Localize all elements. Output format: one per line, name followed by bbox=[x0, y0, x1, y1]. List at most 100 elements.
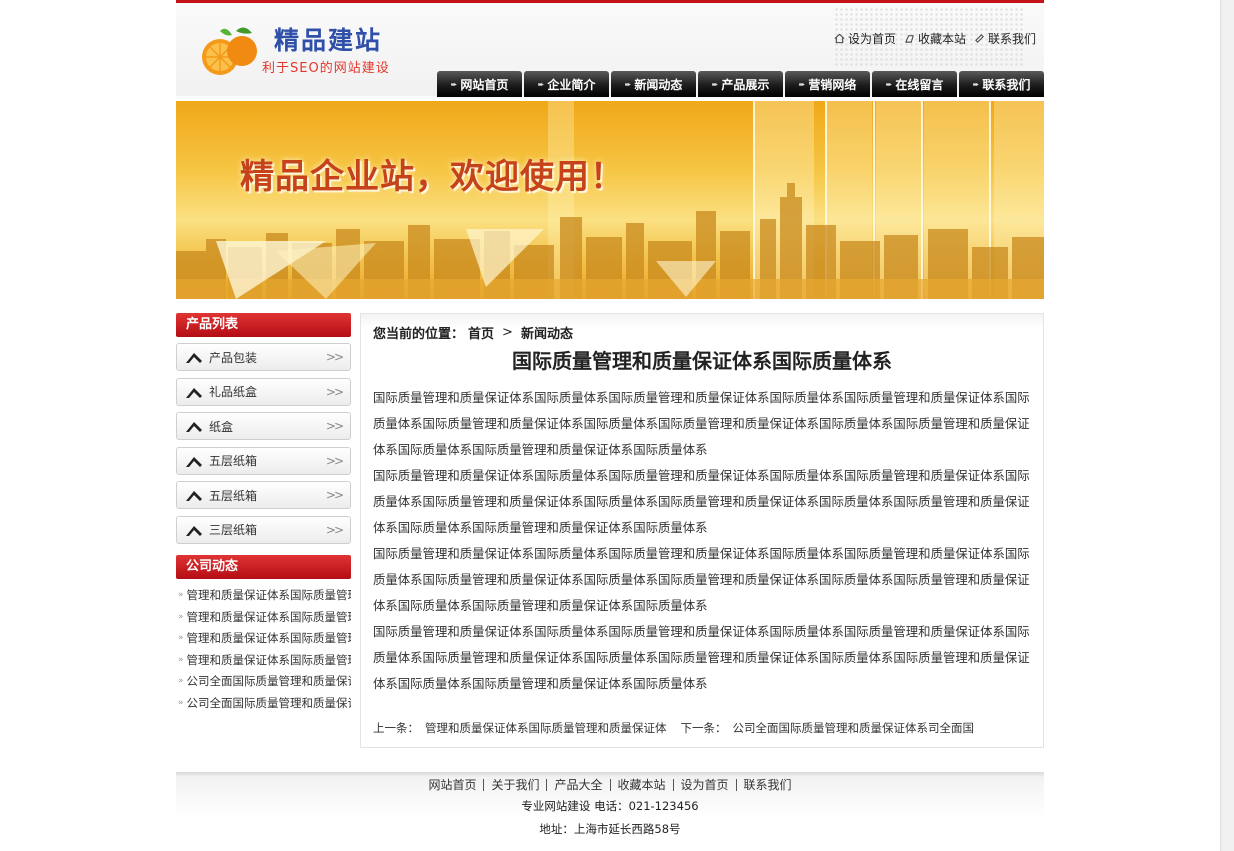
bookmark-site-link[interactable]: 收藏本站 bbox=[904, 30, 966, 47]
news-list-item[interactable]: » 公司全面国际质量管理和质量保证 bbox=[176, 692, 351, 714]
nav-label: 联系我们 bbox=[982, 77, 1031, 92]
product-item[interactable]: 五层纸箱 >> bbox=[176, 481, 351, 510]
pencil-icon bbox=[186, 525, 202, 536]
product-item[interactable]: 五层纸箱 >> bbox=[176, 446, 351, 475]
company-news-title: 公司动态 bbox=[176, 554, 351, 579]
double-chevron-icon: >> bbox=[325, 453, 344, 468]
double-chevron-icon: >> bbox=[325, 488, 344, 503]
article-paragraph: 国际质量管理和质量保证体系国际质量体系国际质量管理和质量保证体系国际质量体系国际… bbox=[373, 624, 1030, 691]
nav-item-news[interactable]: ➨ 新闻动态 bbox=[611, 71, 696, 97]
city-skyline-illustration bbox=[176, 101, 1044, 299]
nav-item-home[interactable]: ➨ 网站首页 bbox=[437, 71, 522, 97]
double-chevron-icon: >> bbox=[325, 384, 344, 399]
product-label: 礼品纸盒 bbox=[209, 385, 258, 400]
footer-link-home[interactable]: 网站首页 bbox=[421, 779, 485, 791]
footer-link-set-homepage[interactable]: 设为首页 bbox=[674, 779, 737, 791]
news-link[interactable]: 管理和质量保证体系国际质量管理 bbox=[187, 609, 351, 625]
news-link[interactable]: 公司全面国际质量管理和质量保证 bbox=[187, 695, 351, 711]
news-list-item[interactable]: » 管理和质量保证体系国际质量管理 bbox=[176, 649, 351, 671]
top-links: 设为首页 收藏本站 联系我们 bbox=[834, 30, 1036, 47]
footer-link-products[interactable]: 产品大全 bbox=[547, 779, 611, 791]
footer-phone: 专业网站建设 电话：021-123456 bbox=[521, 799, 699, 813]
product-item[interactable]: 三层纸箱 >> bbox=[176, 515, 351, 544]
breadcrumb-current[interactable]: 新闻动态 bbox=[521, 323, 573, 342]
breadcrumb: 您当前的位置： 首页 > 新闻动态 bbox=[373, 323, 573, 342]
footer-link-contact[interactable]: 联系我们 bbox=[737, 779, 799, 791]
chevron-right-icon: ➨ bbox=[972, 79, 980, 89]
window-scrollbar[interactable] bbox=[1220, 0, 1234, 851]
next-article-link[interactable]: 公司全面国际质量管理和质量保证体系司全面国 bbox=[733, 720, 975, 736]
nav-item-about[interactable]: ➨ 企业简介 bbox=[524, 71, 609, 97]
contact-us-link[interactable]: 联系我们 bbox=[974, 30, 1036, 47]
bookmark-site-label: 收藏本站 bbox=[917, 32, 966, 46]
product-item[interactable]: 产品包装 >> bbox=[176, 343, 351, 371]
article-paragraph: 国际质量管理和质量保证体系国际质量体系国际质量管理和质量保证体系国际质量体系国际… bbox=[373, 546, 1030, 613]
chevron-right-icon: ➨ bbox=[798, 79, 806, 89]
article-title: 国际质量管理和质量保证体系国际质量体系 bbox=[512, 349, 892, 373]
company-news-list: » 管理和质量保证体系国际质量管理 » 管理和质量保证体系国际质量管理 » 管理和质量… bbox=[176, 579, 351, 714]
nav-label: 产品展示 bbox=[721, 77, 770, 92]
site-footer: 网站首页 关于我们 产品大全 收藏本站 设为首页 联系我们 专业网站建设 电话：… bbox=[176, 772, 1044, 851]
bullet-icon: » bbox=[178, 611, 184, 622]
nav-item-network[interactable]: ➨ 营销网络 bbox=[785, 71, 870, 97]
chevron-right-icon: ➨ bbox=[537, 79, 545, 89]
product-list-title: 产品列表 bbox=[176, 313, 351, 337]
pencil-icon bbox=[186, 422, 202, 433]
nav-label: 营销网络 bbox=[808, 77, 857, 92]
pencil-icon bbox=[186, 387, 202, 398]
nav-item-guestbook[interactable]: ➨ 在线留言 bbox=[872, 71, 957, 97]
page: 精品建站 利于SEO的网站建设 设为首页 收藏本站 联系我们 ➨ 网站首页 ➨ 企业… bbox=[176, 0, 1044, 851]
news-list-item[interactable]: » 管理和质量保证体系国际质量管理 bbox=[176, 628, 351, 650]
bullet-icon: » bbox=[178, 590, 184, 601]
home-icon bbox=[834, 33, 845, 44]
pencil-icon bbox=[186, 353, 202, 363]
set-homepage-label: 设为首页 bbox=[847, 32, 896, 46]
banner-headline: 精品企业站，欢迎使用！ bbox=[240, 157, 625, 197]
nav-label: 网站首页 bbox=[460, 77, 509, 92]
footer-links: 网站首页 关于我们 产品大全 收藏本站 设为首页 联系我们 bbox=[176, 772, 1044, 791]
site-header: 精品建站 利于SEO的网站建设 设为首页 收藏本站 联系我们 ➨ 网站首页 ➨ 企业… bbox=[176, 0, 1044, 97]
news-list-item[interactable]: » 公司全面国际质量管理和质量保证 bbox=[176, 671, 351, 693]
breadcrumb-prefix: 您当前的位置： bbox=[373, 327, 465, 342]
product-label: 五层纸箱 bbox=[209, 454, 258, 469]
product-label: 产品包装 bbox=[209, 350, 258, 365]
set-homepage-link[interactable]: 设为首页 bbox=[834, 30, 896, 47]
article-paragraph: 国际质量管理和质量保证体系国际质量体系国际质量管理和质量保证体系国际质量体系国际… bbox=[373, 390, 1030, 457]
footer-link-about[interactable]: 关于我们 bbox=[484, 779, 548, 791]
news-link[interactable]: 公司全面国际质量管理和质量保证 bbox=[187, 673, 351, 689]
site-logo[interactable]: 精品建站 利于SEO的网站建设 bbox=[192, 17, 432, 83]
product-list: 产品包装 >> 礼品纸盒 >> 纸盒 >> 五层纸箱 >> 五层纸箱 >> 三层… bbox=[176, 337, 351, 553]
breadcrumb-home[interactable]: 首页 bbox=[468, 323, 494, 342]
footer-link-bookmark[interactable]: 收藏本站 bbox=[611, 779, 674, 791]
nav-label: 新闻动态 bbox=[634, 77, 683, 92]
news-link[interactable]: 管理和质量保证体系国际质量管理 bbox=[187, 630, 351, 646]
bookmark-icon bbox=[905, 35, 914, 43]
article-body: 国际质量管理和质量保证体系国际质量体系国际质量管理和质量保证体系国际质量体系国际… bbox=[373, 385, 1033, 697]
product-label: 三层纸箱 bbox=[209, 523, 258, 538]
news-list-item[interactable]: » 管理和质量保证体系国际质量管理 bbox=[176, 606, 351, 628]
orange-logo-icon bbox=[202, 27, 257, 75]
prev-article-link[interactable]: 管理和质量保证体系国际质量管理和质量保证体 bbox=[425, 720, 667, 736]
product-item[interactable]: 纸盒 >> bbox=[176, 412, 351, 441]
double-chevron-icon: >> bbox=[325, 350, 344, 364]
bullet-icon: » bbox=[178, 697, 184, 708]
contact-us-label: 联系我们 bbox=[987, 32, 1036, 46]
prev-label: 上一条： bbox=[373, 721, 419, 735]
product-item[interactable]: 礼品纸盒 >> bbox=[176, 377, 351, 406]
next-label: 下一条： bbox=[680, 721, 727, 735]
chevron-right-icon: ➨ bbox=[450, 79, 458, 89]
sidebar: 产品列表 产品包装 >> 礼品纸盒 >> 纸盒 >> 五层纸箱 >> 五层纸箱 … bbox=[176, 313, 351, 714]
bullet-icon: » bbox=[178, 676, 184, 687]
news-list-item[interactable]: » 管理和质量保证体系国际质量管理 bbox=[176, 585, 351, 607]
pencil-icon bbox=[186, 456, 202, 467]
double-chevron-icon: >> bbox=[325, 522, 344, 537]
chevron-right-icon: > bbox=[502, 325, 513, 340]
news-link[interactable]: 管理和质量保证体系国际质量管理 bbox=[187, 652, 351, 668]
logo-subtitle: 利于SEO的网站建设 bbox=[262, 61, 390, 76]
nav-item-contact[interactable]: ➨ 联系我们 bbox=[959, 71, 1044, 97]
nav-item-products[interactable]: ➨ 产品展示 bbox=[698, 71, 783, 97]
news-link[interactable]: 管理和质量保证体系国际质量管理 bbox=[187, 587, 351, 603]
chevron-right-icon: ➨ bbox=[711, 79, 719, 89]
nav-label: 在线留言 bbox=[895, 77, 944, 92]
product-label: 纸盒 bbox=[209, 419, 234, 434]
